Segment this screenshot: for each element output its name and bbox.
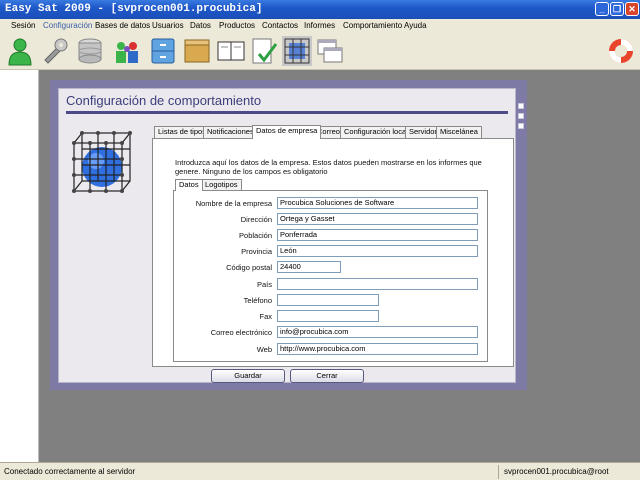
toolbar	[0, 33, 640, 70]
save-button[interactable]: Guardar	[211, 369, 285, 383]
label-web: Web	[256, 345, 272, 354]
menu-productos[interactable]: Productos	[219, 21, 255, 30]
restore-button[interactable]: ❐	[610, 2, 624, 16]
side-handle	[518, 113, 524, 119]
label-provincia: Provincia	[241, 247, 272, 256]
menu-usuarios[interactable]: Usuarios	[152, 21, 184, 30]
user-green-icon[interactable]	[5, 36, 35, 66]
menu-datos[interactable]: Datos	[190, 21, 211, 30]
label-telefono: Teléfono	[243, 296, 272, 305]
cabinet-icon[interactable]	[148, 36, 178, 66]
label-direccion: Dirección	[240, 215, 272, 224]
label-pais: País	[256, 280, 272, 289]
window-title: Easy Sat 2009 - [svprocen001.procubica]	[5, 3, 263, 15]
dialog-title: Configuración de comportamiento	[66, 93, 262, 108]
menu-contactos[interactable]: Contactos	[262, 21, 298, 30]
dialog-title-rule	[66, 111, 508, 114]
tab-listas-de-tipos[interactable]: Listas de tipos	[154, 126, 210, 138]
windows-icon[interactable]	[315, 36, 345, 66]
pais-field[interactable]	[277, 278, 478, 290]
email-field[interactable]: info@procubica.com	[277, 326, 478, 338]
checklist-icon[interactable]	[249, 36, 279, 66]
provincia-field[interactable]: León	[277, 245, 478, 257]
wrench-icon[interactable]	[40, 36, 70, 66]
tab-datos-de-empresa[interactable]: Datos de empresa	[252, 125, 322, 139]
label-codigo-postal: Código postal	[226, 263, 272, 272]
minimize-button[interactable]: _	[595, 2, 609, 16]
cube-grid-icon[interactable]	[282, 36, 312, 66]
status-bar: Conectado correctamente al servidor svpr…	[0, 462, 640, 480]
database-icon[interactable]	[75, 36, 105, 66]
menu-bases-de-datos[interactable]: Bases de datos	[95, 21, 150, 30]
menu-bar: Sesión Configuración Bases de datos Usua…	[0, 19, 640, 33]
box-icon[interactable]	[182, 36, 212, 66]
fax-field[interactable]	[277, 310, 379, 322]
web-field[interactable]: http://www.procubica.com	[277, 343, 478, 355]
side-handle	[518, 103, 524, 109]
menu-comportamiento[interactable]: Comportamiento	[343, 21, 402, 30]
tab-miscelanea[interactable]: Miscelánea	[436, 126, 482, 138]
status-user: svprocen001.procubica@root	[504, 467, 609, 476]
users-group-icon[interactable]	[112, 36, 142, 66]
label-fax: Fax	[259, 312, 272, 321]
codigo-postal-field[interactable]: 24400	[277, 261, 341, 273]
tab-notificaciones[interactable]: Notificaciones	[203, 126, 258, 138]
menu-informes[interactable]: Informes	[304, 21, 335, 30]
direccion-field[interactable]: Ortega y Gasset	[277, 213, 478, 225]
poblacion-field[interactable]: Ponferrada	[277, 229, 478, 241]
telefono-field[interactable]	[277, 294, 379, 306]
close-button[interactable]: ✕	[625, 2, 639, 16]
left-panel	[0, 70, 39, 462]
status-connection: Conectado correctamente al servidor	[4, 467, 136, 476]
cube-grid-icon	[72, 131, 132, 193]
lifebuoy-icon[interactable]	[606, 36, 636, 66]
menu-sesion[interactable]: Sesión	[11, 21, 35, 30]
title-bar: Easy Sat 2009 - [svprocen001.procubica] …	[0, 0, 640, 19]
intro-text: Introduzca aquí los datos de la empresa.…	[175, 158, 482, 176]
subtab-datos[interactable]: Datos	[175, 179, 203, 191]
cancel-button[interactable]: Cerrar	[290, 369, 364, 383]
label-correo: Correo electrónico	[210, 328, 272, 337]
tab-configuracion-local[interactable]: Configuración local	[340, 126, 412, 138]
label-poblacion: Población	[239, 231, 272, 240]
menu-configuracion[interactable]: Configuración	[43, 21, 92, 30]
nombre-empresa-field[interactable]: Procubica Soluciones de Software	[277, 197, 478, 209]
label-nombre-empresa: Nombre de la empresa	[195, 199, 272, 208]
book-icon[interactable]	[216, 36, 246, 66]
side-handle	[518, 123, 524, 129]
status-divider	[498, 465, 499, 479]
menu-ayuda[interactable]: Ayuda	[404, 21, 427, 30]
